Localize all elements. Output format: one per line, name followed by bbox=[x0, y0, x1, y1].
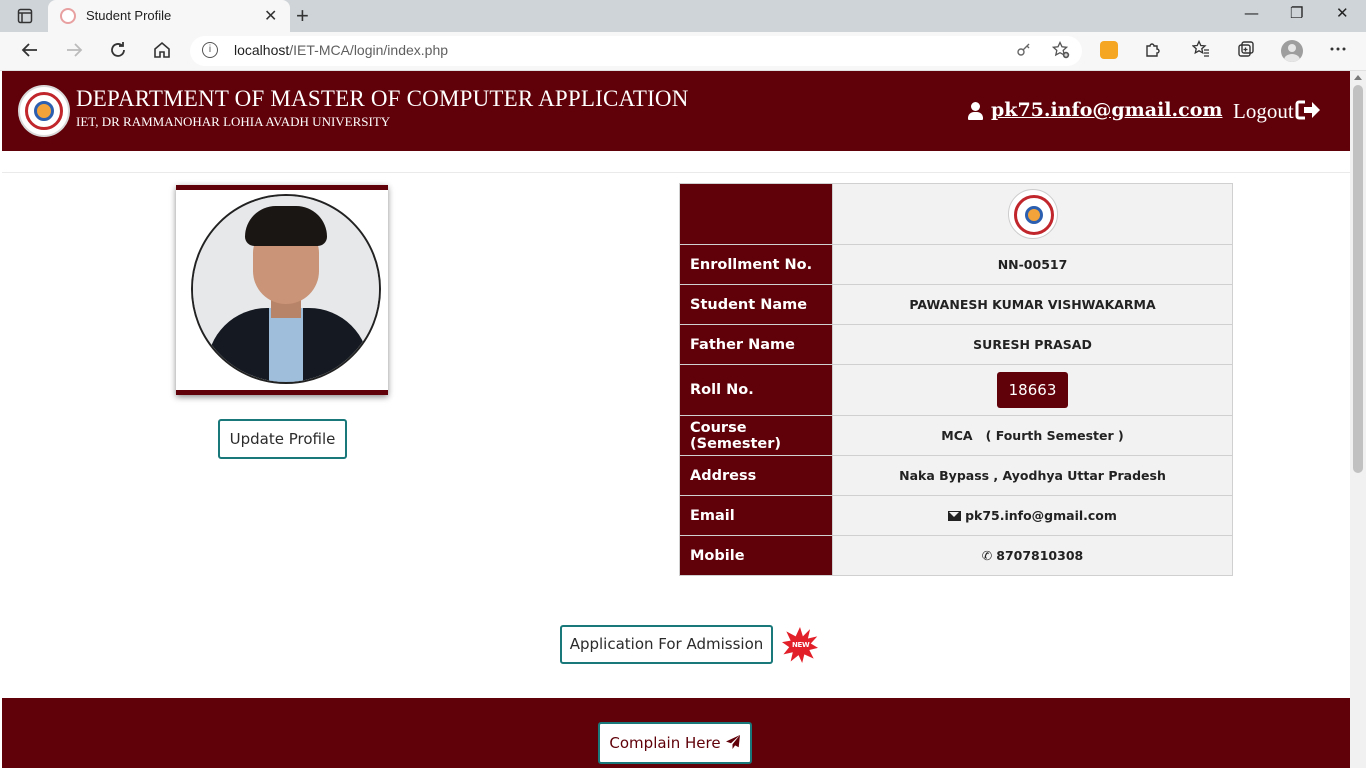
puzzle-icon[interactable] bbox=[1144, 40, 1162, 63]
university-logo-small bbox=[1007, 189, 1058, 239]
favorites-icon[interactable] bbox=[1191, 39, 1210, 63]
table-row: Course (Semester) MCA ( Fourth Semester … bbox=[679, 415, 1233, 456]
father-name-label: Father Name bbox=[679, 324, 833, 365]
table-row bbox=[679, 183, 1233, 245]
complain-here-button[interactable]: Complain Here bbox=[598, 722, 752, 764]
window-close-icon[interactable]: ✕ bbox=[1336, 4, 1349, 22]
profile-avatar[interactable] bbox=[1281, 40, 1303, 62]
logo-center bbox=[34, 101, 54, 121]
profile-photo-frame bbox=[176, 185, 388, 395]
url-field[interactable]: i localhost/IET-MCA/login/index.php bbox=[190, 36, 1082, 66]
new-badge-text: NEW bbox=[792, 641, 810, 649]
application-for-admission-button[interactable]: Application For Admission bbox=[560, 625, 773, 664]
home-icon[interactable] bbox=[152, 40, 172, 65]
enrollment-value: NN-00517 bbox=[832, 244, 1233, 285]
envelope-icon bbox=[948, 510, 962, 521]
tab-title: Student Profile bbox=[86, 8, 172, 23]
enrollment-label: Enrollment No. bbox=[679, 244, 833, 285]
student-name-label: Student Name bbox=[679, 284, 833, 325]
browser-tab-bar: Student Profile ✕ + — ❐ ✕ bbox=[0, 0, 1366, 32]
email-label: Email bbox=[679, 495, 833, 536]
new-tab-icon[interactable]: + bbox=[296, 3, 309, 29]
paper-plane-icon bbox=[725, 724, 741, 762]
father-name-value: SURESH PRASAD bbox=[832, 324, 1233, 365]
sign-out-icon bbox=[1295, 99, 1321, 127]
scroll-up-arrow-icon[interactable] bbox=[1354, 75, 1362, 80]
extension-icon[interactable] bbox=[1100, 41, 1118, 59]
scrollbar-thumb[interactable] bbox=[1353, 85, 1363, 473]
logout-label: Logout bbox=[1233, 99, 1294, 123]
profile-photo bbox=[191, 194, 381, 384]
phone-icon: ✆ bbox=[981, 548, 993, 563]
page-scrollbar[interactable] bbox=[1350, 71, 1366, 768]
address-value: Naka Bypass , Ayodhya Uttar Pradesh bbox=[832, 455, 1233, 496]
more-icon[interactable] bbox=[1329, 40, 1347, 63]
table-logo-cell bbox=[832, 183, 1233, 245]
key-icon[interactable] bbox=[1016, 41, 1032, 61]
email-cell: pk75.info@gmail.com bbox=[832, 495, 1233, 536]
tab-actions-icon[interactable] bbox=[10, 6, 40, 26]
update-profile-button[interactable]: Update Profile bbox=[218, 419, 347, 459]
window-minimize-icon[interactable]: — bbox=[1244, 4, 1259, 22]
site-footer: Complain Here bbox=[2, 698, 1350, 768]
roll-no-label: Roll No. bbox=[679, 364, 833, 416]
table-row: Enrollment No. NN-00517 bbox=[679, 244, 1233, 285]
browser-address-bar: i localhost/IET-MCA/login/index.php bbox=[0, 32, 1366, 71]
mobile-value: 8707810308 bbox=[996, 548, 1084, 563]
info-icon[interactable]: i bbox=[202, 42, 218, 58]
forward-arrow-icon[interactable] bbox=[64, 40, 84, 65]
student-name-value: PAWANESH KUMAR VISHWAKARMA bbox=[832, 284, 1233, 325]
url-host: localhost bbox=[234, 42, 290, 58]
table-header-cell bbox=[679, 183, 833, 245]
table-row: Father Name SURESH PRASAD bbox=[679, 324, 1233, 365]
user-email-link[interactable]: pk75.info@gmail.com bbox=[968, 99, 1222, 121]
url-path: /IET-MCA/login/index.php bbox=[289, 42, 449, 58]
tab-close-icon[interactable]: ✕ bbox=[264, 6, 277, 25]
tab-favicon-icon bbox=[60, 8, 76, 24]
logout-link[interactable]: Logout bbox=[1233, 99, 1321, 127]
complain-label: Complain Here bbox=[609, 734, 721, 752]
url-text[interactable]: localhost/IET-MCA/login/index.php bbox=[234, 42, 448, 58]
site-header: DEPARTMENT OF MASTER OF COMPUTER APPLICA… bbox=[2, 71, 1350, 151]
university-logo bbox=[18, 85, 70, 137]
student-info-table: Enrollment No. NN-00517 Student Name PAW… bbox=[679, 183, 1233, 576]
course-value: MCA ( Fourth Semester ) bbox=[832, 415, 1233, 456]
table-row: Address Naka Bypass , Ayodhya Uttar Prad… bbox=[679, 455, 1233, 496]
browser-tab-student-profile[interactable]: Student Profile ✕ bbox=[48, 0, 290, 32]
table-row: Roll No. 18663 bbox=[679, 364, 1233, 416]
user-icon bbox=[968, 102, 983, 120]
roll-no-cell: 18663 bbox=[832, 364, 1233, 416]
address-label: Address bbox=[679, 455, 833, 496]
back-arrow-icon[interactable] bbox=[20, 40, 40, 65]
course-label: Course (Semester) bbox=[679, 415, 833, 456]
department-subtitle: IET, DR RAMMANOHAR LOHIA AVADH UNIVERSIT… bbox=[76, 114, 391, 129]
department-title: DEPARTMENT OF MASTER OF COMPUTER APPLICA… bbox=[76, 86, 689, 111]
mobile-cell: ✆ 8707810308 bbox=[832, 535, 1233, 576]
page-viewport: DEPARTMENT OF MASTER OF COMPUTER APPLICA… bbox=[0, 71, 1350, 768]
collections-icon[interactable] bbox=[1237, 40, 1255, 63]
star-plus-icon[interactable] bbox=[1051, 40, 1070, 63]
mobile-label: Mobile bbox=[679, 535, 833, 576]
table-row: Student Name PAWANESH KUMAR VISHWAKARMA bbox=[679, 284, 1233, 325]
email-value: pk75.info@gmail.com bbox=[965, 508, 1117, 523]
header-divider bbox=[2, 151, 1350, 173]
user-email-text: pk75.info@gmail.com bbox=[991, 99, 1223, 121]
table-row: Email pk75.info@gmail.com bbox=[679, 495, 1233, 536]
table-row: Mobile ✆ 8707810308 bbox=[679, 535, 1233, 576]
window-maximize-icon[interactable]: ❐ bbox=[1290, 4, 1303, 22]
roll-no-badge: 18663 bbox=[996, 372, 1069, 408]
reload-icon[interactable] bbox=[108, 40, 128, 65]
